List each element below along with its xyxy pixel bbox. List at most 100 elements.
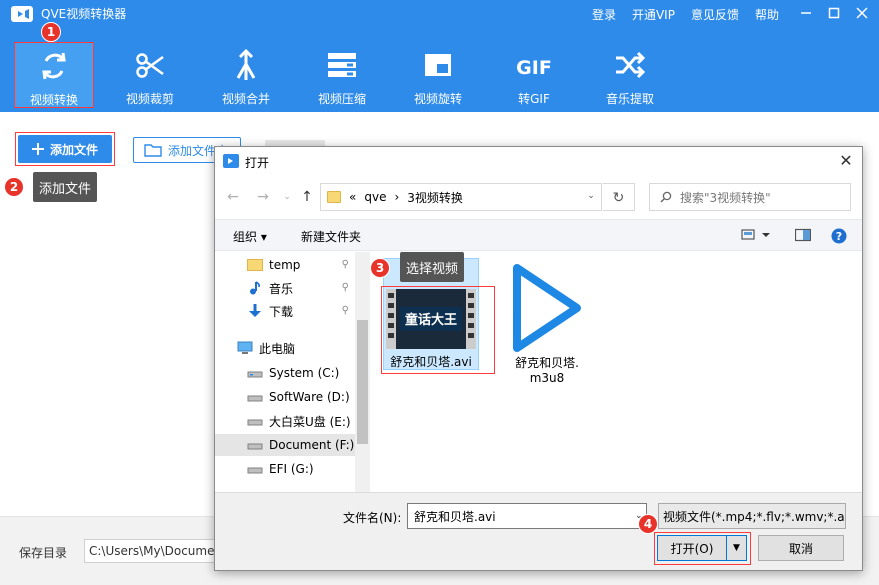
tool-label: 视频裁剪 bbox=[125, 92, 174, 106]
file-name-line1: 舒克和贝塔. bbox=[515, 356, 579, 370]
tooltip-select-video: 选择视频 bbox=[400, 252, 465, 282]
step-badge-3: 3 bbox=[370, 258, 390, 278]
add-file-label: 添加文件 bbox=[49, 142, 98, 157]
file-name-line2: m3u8 bbox=[529, 371, 565, 385]
tool-label: 转GIF bbox=[518, 92, 550, 106]
scrollbar-thumb[interactable] bbox=[357, 320, 368, 444]
nav-item-drive-d[interactable]: SoftWare (D:) bbox=[215, 386, 355, 408]
help-link[interactable]: 帮助 bbox=[755, 6, 779, 23]
preview-pane-icon[interactable] bbox=[795, 228, 811, 242]
address-segment-current[interactable]: 3视频转换 bbox=[407, 189, 463, 206]
address-bar[interactable]: « qve › 3视频转换 ⌄ bbox=[320, 183, 602, 211]
tool-label: 视频转换 bbox=[29, 93, 78, 107]
open-split-dropdown-icon[interactable]: ▼ bbox=[726, 536, 746, 560]
open-file-dialog: 打开 ✕ ← → ⌄ ↑ « qve › 3视频转换 ⌄ ↻ 搜索"3视频转换"… bbox=[214, 146, 863, 571]
address-prefix: « bbox=[349, 190, 357, 204]
rotate-icon bbox=[425, 54, 451, 76]
drive-icon bbox=[247, 443, 263, 450]
dialog-app-icon bbox=[223, 154, 239, 168]
computer-icon bbox=[237, 341, 253, 354]
nav-item-label: SoftWare (D:) bbox=[269, 390, 350, 404]
tool-video-convert[interactable]: 视频转换 bbox=[14, 42, 94, 108]
up-arrow-icon[interactable]: ↑ bbox=[299, 189, 315, 205]
file-list-pane: 童话大王 舒克和贝塔.avi 舒克和贝塔. m3u8 bbox=[371, 252, 862, 492]
organize-menu[interactable]: 组织 ▾ bbox=[233, 228, 267, 245]
gif-icon: GIF bbox=[516, 57, 552, 79]
nav-item-drive-f[interactable]: Document (F:) bbox=[215, 434, 355, 456]
pin-icon: ⚲ bbox=[341, 282, 349, 293]
maximize-icon[interactable] bbox=[825, 2, 843, 24]
nav-item-label: 下载 bbox=[269, 304, 294, 319]
nav-item-label: 音乐 bbox=[269, 281, 294, 296]
tooltip-add-file: 添加文件 bbox=[33, 172, 98, 202]
convert-icon bbox=[42, 52, 66, 80]
nav-item-label: EFI (G:) bbox=[269, 462, 314, 476]
window-controls bbox=[797, 2, 871, 24]
new-folder-button[interactable]: 新建文件夹 bbox=[301, 228, 361, 245]
recent-dropdown-icon[interactable]: ⌄ bbox=[279, 189, 295, 205]
folder-icon bbox=[247, 259, 263, 271]
address-row: ← → ⌄ ↑ « qve › 3视频转换 ⌄ ↻ 搜索"3视频转换" bbox=[215, 181, 862, 213]
drive-icon bbox=[247, 467, 263, 474]
nav-item-downloads[interactable]: 下载 ⚲ bbox=[215, 300, 355, 322]
forward-arrow-icon[interactable]: → bbox=[255, 189, 271, 205]
pin-icon: ⚲ bbox=[341, 259, 349, 270]
feedback-link[interactable]: 意见反馈 bbox=[691, 6, 739, 23]
address-dropdown-icon[interactable]: ⌄ bbox=[585, 191, 597, 203]
navigation-pane: temp ⚲ 音乐 ⚲ 下载 ⚲ 此电脑 System (C:) SoftWar… bbox=[215, 252, 355, 492]
tool-video-crop[interactable]: 视频裁剪 bbox=[110, 42, 190, 108]
search-input[interactable]: 搜索"3视频转换" bbox=[649, 183, 851, 211]
address-separator: › bbox=[394, 190, 400, 204]
open-button[interactable]: 打开(O) ▼ bbox=[657, 535, 747, 561]
refresh-button[interactable]: ↻ bbox=[603, 183, 635, 211]
file-type-filter[interactable]: 视频文件(*.mp4;*.flv;*.wmv;*.a bbox=[658, 503, 846, 529]
minimize-icon[interactable] bbox=[797, 2, 815, 24]
nav-item-drive-e[interactable]: 大白菜U盘 (E:) bbox=[215, 410, 355, 432]
nav-item-drive-c[interactable]: System (C:) bbox=[215, 362, 355, 384]
close-icon[interactable] bbox=[853, 2, 871, 24]
drive-icon bbox=[247, 419, 263, 426]
scissors-icon bbox=[136, 53, 164, 78]
command-bar: 组织 ▾ 新建文件夹 ? bbox=[215, 219, 862, 251]
tool-video-rotate[interactable]: 视频旋转 bbox=[398, 42, 478, 108]
tool-label: 音乐提取 bbox=[605, 92, 654, 106]
nav-item-drive-g[interactable]: EFI (G:) bbox=[215, 458, 355, 480]
cancel-button[interactable]: 取消 bbox=[758, 535, 844, 561]
back-arrow-icon[interactable]: ← bbox=[225, 189, 241, 205]
download-icon bbox=[249, 304, 261, 317]
tool-label: 视频合并 bbox=[221, 92, 270, 106]
tool-music-extract[interactable]: 音乐提取 bbox=[590, 42, 670, 108]
file-item-m3u8[interactable]: 舒克和贝塔. m3u8 bbox=[499, 258, 595, 398]
compress-icon bbox=[328, 53, 356, 77]
play-icon bbox=[513, 264, 581, 352]
svg-text:GIF: GIF bbox=[516, 57, 552, 79]
top-links: 登录 开通VIP 意见反馈 帮助 bbox=[592, 6, 779, 23]
view-options-icon[interactable] bbox=[741, 228, 771, 242]
help-icon[interactable]: ? bbox=[831, 228, 847, 244]
dialog-bottom-bar: 文件名(N): 舒克和贝塔.avi ⌄ 视频文件(*.mp4;*.flv;*.w… bbox=[215, 492, 862, 570]
nav-pane-scrollbar[interactable] bbox=[355, 252, 370, 492]
tool-label: 视频旋转 bbox=[413, 92, 462, 106]
step-badge-2: 2 bbox=[4, 177, 24, 197]
save-dir-input[interactable]: C:\Users\My\Documents bbox=[84, 539, 224, 563]
filename-input[interactable]: 舒克和贝塔.avi bbox=[407, 503, 647, 529]
add-file-button[interactable]: 添加文件 bbox=[18, 135, 112, 163]
nav-item-music[interactable]: 音乐 ⚲ bbox=[215, 277, 355, 299]
nav-item-label: System (C:) bbox=[269, 366, 340, 380]
app-title: QVE视频转换器 bbox=[41, 7, 127, 21]
dialog-close-icon[interactable]: ✕ bbox=[838, 153, 854, 169]
tool-video-merge[interactable]: 视频合并 bbox=[206, 42, 286, 108]
search-placeholder: 搜索"3视频转换" bbox=[680, 190, 771, 205]
dialog-title: 打开 bbox=[245, 156, 270, 170]
search-icon bbox=[660, 191, 672, 203]
nav-item-temp[interactable]: temp ⚲ bbox=[215, 254, 355, 276]
tool-to-gif[interactable]: GIF 转GIF bbox=[494, 42, 574, 108]
tool-video-compress[interactable]: 视频压缩 bbox=[302, 42, 382, 108]
login-link[interactable]: 登录 bbox=[592, 6, 616, 23]
music-icon bbox=[250, 281, 260, 295]
vip-link[interactable]: 开通VIP bbox=[632, 6, 675, 23]
address-segment-qve[interactable]: qve bbox=[364, 190, 386, 204]
folder-icon bbox=[144, 144, 162, 157]
merge-icon bbox=[236, 48, 256, 80]
nav-item-this-pc[interactable]: 此电脑 bbox=[215, 337, 355, 359]
